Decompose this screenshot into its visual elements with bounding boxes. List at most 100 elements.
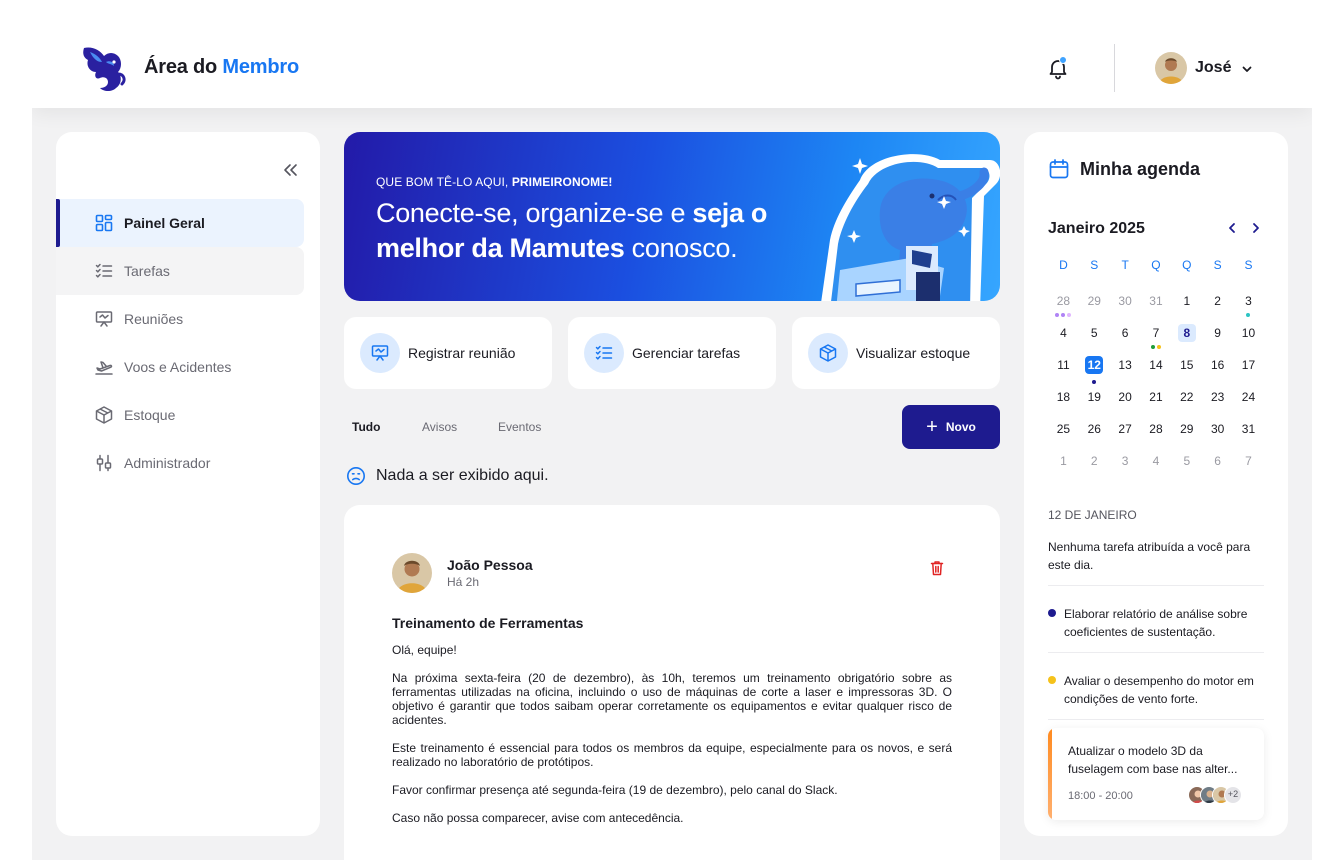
new-post-button[interactable]: + Novo [902,405,1000,449]
calendar-week: 18 19 20 21 22 23 24 [1048,384,1264,416]
calendar-icon [1049,159,1069,179]
calendar-day[interactable]: 11 [1048,352,1079,384]
tasks-icon [595,345,613,360]
calendar-day[interactable]: 30 [1202,416,1233,448]
sidebar-item-voos-e-acidentes[interactable]: Voos e Acidentes [56,343,304,391]
post-paragraph: Olá, equipe! [392,643,457,657]
calendar-day[interactable]: 13 [1110,352,1141,384]
sidebar-item-administrador[interactable]: Administrador [56,439,304,487]
sidebar-item-tarefas[interactable]: Tarefas [56,247,304,295]
calendar-day[interactable]: 1 [1048,448,1079,480]
calendar-day[interactable]: 25 [1048,416,1079,448]
task-time: 18:00 - 20:00 [1068,790,1133,802]
calendar-day[interactable]: 28 [1141,416,1172,448]
calendar-day[interactable]: 24 [1233,384,1264,416]
calendar-day[interactable]: 22 [1171,384,1202,416]
calendar-day[interactable]: 31 [1233,416,1264,448]
header-divider [1114,44,1115,92]
calendar-day[interactable]: 27 [1110,416,1141,448]
calendar-day[interactable]: 26 [1079,416,1110,448]
calendar-grid: D S T Q Q S S 28 29 30 31 1 2 3 4 5 6 7 … [1048,256,1264,480]
calendar-day-selected[interactable]: 12 [1079,352,1110,384]
calendar-day[interactable]: 3 [1233,288,1264,320]
sidebar-item-estoque[interactable]: Estoque [56,391,304,439]
calendar-day[interactable]: 4 [1141,448,1172,480]
agenda-item[interactable]: Elaborar relatório de análise sobre coef… [1064,605,1264,641]
calendar-day[interactable]: 9 [1202,320,1233,352]
agenda-task-card[interactable]: Atualizar o modelo 3D da fuselagem com b… [1048,728,1264,820]
task-assignees[interactable]: +2 [1188,786,1242,804]
chevron-right-icon[interactable] [1248,220,1264,236]
welcome-title-part2: conosco. [624,233,738,263]
collapse-sidebar-icon[interactable] [280,160,300,180]
author-avatar[interactable] [392,553,432,593]
calendar-day[interactable]: 7 [1233,448,1264,480]
trash-icon[interactable] [930,560,944,576]
calendar-day[interactable]: 30 [1110,288,1141,320]
weekday-label: Q [1151,258,1161,272]
agenda-item[interactable]: Avaliar o desempenho do motor em condiçõ… [1064,672,1264,708]
box-icon [819,344,837,362]
event-dots [1048,313,1079,317]
chevron-left-icon[interactable] [1224,220,1240,236]
event-dots [1141,345,1172,349]
calendar-day[interactable]: 19 [1079,384,1110,416]
view-inventory-button[interactable]: Visualizar estoque [792,317,1000,389]
calendar-day[interactable]: 5 [1079,320,1110,352]
agenda-title: Minha agenda [1080,158,1201,179]
calendar-day[interactable]: 3 [1110,448,1141,480]
register-meeting-button[interactable]: Registrar reunião [344,317,552,389]
calendar-day[interactable]: 29 [1171,416,1202,448]
calendar-day[interactable]: 4 [1048,320,1079,352]
calendar-day[interactable]: 16 [1202,352,1233,384]
welcome-kicker-prefix: QUE BOM TÊ-LO AQUI, [376,175,512,189]
calendar-day[interactable]: 2 [1202,288,1233,320]
calendar-day[interactable]: 18 [1048,384,1079,416]
calendar-week: 11 12 13 14 15 16 17 [1048,352,1264,384]
calendar-day[interactable]: 31 [1141,288,1172,320]
post-card: João Pessoa Há 2h Treinamento de Ferrame… [344,505,1000,860]
calendar-day[interactable]: 21 [1141,384,1172,416]
agenda-date-label: 12 DE JANEIRO [1048,508,1137,522]
calendar-day[interactable]: 20 [1110,384,1141,416]
calendar-day[interactable]: 10 [1233,320,1264,352]
calendar-day[interactable]: 23 [1202,384,1233,416]
calendar-day[interactable]: 5 [1171,448,1202,480]
tab-tudo[interactable]: Tudo [352,420,380,434]
calendar-day[interactable]: 14 [1141,352,1172,384]
notification-dot [1059,56,1067,64]
calendar-day[interactable]: 17 [1233,352,1264,384]
calendar-day[interactable]: 6 [1202,448,1233,480]
calendar-day[interactable]: 1 [1171,288,1202,320]
brand-prefix: Área do [144,56,223,78]
agenda-divider [1048,719,1264,720]
agenda-panel: Minha agenda Janeiro 2025 D S T Q Q S S … [1024,132,1288,836]
empty-state: Nada a ser exibido aqui. [346,466,549,486]
mamutes-logo-icon[interactable] [78,42,130,94]
weekday-label: Q [1182,258,1192,272]
box-icon [95,406,113,424]
calendar-day[interactable]: 6 [1110,320,1141,352]
user-avatar[interactable] [1155,52,1187,84]
welcome-kicker-name: PRIMEIRONOME! [511,175,613,189]
user-name[interactable]: José [1195,59,1231,77]
chevron-down-icon[interactable] [1240,62,1254,76]
tab-avisos[interactable]: Avisos [422,420,457,434]
tab-eventos[interactable]: Eventos [498,420,541,434]
post-author[interactable]: João Pessoa [447,557,533,573]
calendar-day[interactable]: 2 [1079,448,1110,480]
manage-tasks-button[interactable]: Gerenciar tarefas [568,317,776,389]
calendar-day-highlighted[interactable]: 8 [1171,320,1202,352]
calendar-day[interactable]: 29 [1079,288,1110,320]
calendar-week: 28 29 30 31 1 2 3 [1048,288,1264,320]
sidebar-item-reunioes[interactable]: Reuniões [56,295,304,343]
calendar-day[interactable]: 7 [1141,320,1172,352]
calendar-day[interactable]: 28 [1048,288,1079,320]
calendar-day[interactable]: 15 [1171,352,1202,384]
sidebar-item-label: Voos e Acidentes [124,359,232,375]
qa-icon-circle [360,333,400,373]
sidebar-item-painel-geral[interactable]: Painel Geral [56,199,304,247]
sidebar-item-label: Administrador [124,455,211,471]
airplane-icon [95,361,113,375]
calendar-week: 1 2 3 4 5 6 7 [1048,448,1264,480]
